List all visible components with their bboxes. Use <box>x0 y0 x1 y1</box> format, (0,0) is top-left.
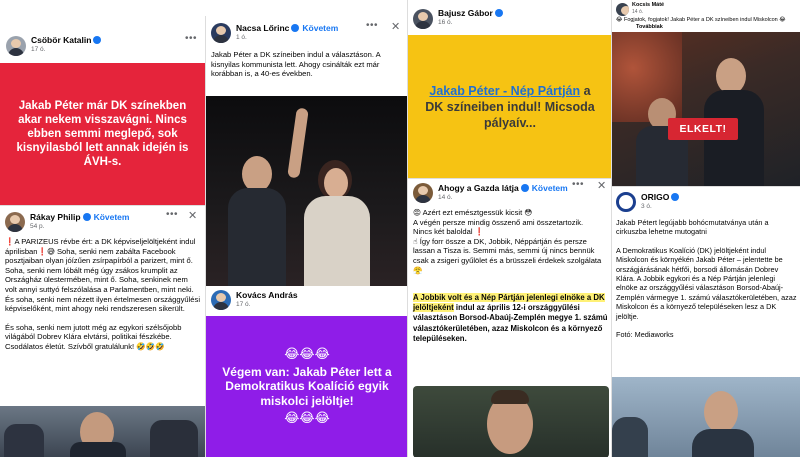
post-photo[interactable] <box>413 386 609 457</box>
man-face <box>716 58 746 94</box>
post-author[interactable]: Kovács András <box>236 290 298 300</box>
avatar[interactable] <box>413 9 433 29</box>
post-body: 😡 Azért ezt emésztgessük kicsit 😳 A végé… <box>413 208 609 275</box>
avatar[interactable] <box>6 36 26 56</box>
post-body: ❗A PARIZEUS révbe ért: a DK képviseljelö… <box>5 237 201 361</box>
follow-button[interactable]: Követem <box>532 183 568 193</box>
sold-stamp: ELKELT! <box>668 118 738 140</box>
person-left <box>612 417 648 457</box>
person-suit <box>70 442 126 457</box>
emoji-row-bottom: 😂😂😂 <box>284 410 330 426</box>
post-line: ☝ Így forr össze a DK, Jobbik, Néppártjá… <box>413 236 602 275</box>
post-body: 😂 Fogjatok, fogjatok! Jakab Péter a DK s… <box>616 17 786 23</box>
person-right <box>150 420 198 457</box>
man-face <box>242 156 272 192</box>
post-photo[interactable] <box>206 96 407 286</box>
card-text: Jakab Péter - Nép Pártján a DK színeiben… <box>425 83 595 130</box>
post-author[interactable]: Csöbör Katalin <box>31 35 102 45</box>
post-body: Jakab Péter a DK színeiben indul a válas… <box>211 50 381 79</box>
photo-credit: Fotó: Mediaworks <box>616 330 674 340</box>
man-jacket <box>228 188 286 286</box>
post-body: Jakab Pétert legújabb bohócmutatványa ut… <box>616 218 798 348</box>
post-nacsa: Nacsa Lőrinc Követem 1 ó. ••• ✕ Jakab Pét… <box>205 16 407 286</box>
post-author[interactable]: Kocsis Máté <box>632 2 664 8</box>
post-photo[interactable] <box>612 377 800 457</box>
person-left <box>4 424 44 457</box>
post-gazda: Ahogy a Gazda látja Követem 14 ó. ••• ✕ 😡… <box>407 178 611 457</box>
close-icon[interactable]: ✕ <box>188 209 197 222</box>
post-time[interactable]: 17 ó. <box>31 46 45 53</box>
more-options-icon[interactable]: ••• <box>185 33 197 44</box>
card-text: Végem van: Jakab Péter lett a Demokratik… <box>222 364 392 408</box>
post-line: A végén persze mindig összenő ami összet… <box>413 217 584 227</box>
avatar[interactable] <box>616 3 629 16</box>
woman-face <box>324 168 348 198</box>
post-paragraph: Jakab Pétert legújabb bohócmutatványa ut… <box>616 218 769 237</box>
post-time[interactable]: 14 ó. <box>438 194 452 201</box>
avatar[interactable] <box>413 183 433 203</box>
post-photo[interactable]: ELKELT! <box>612 32 800 186</box>
man-jacket <box>692 429 754 457</box>
emoji-row-top: 😂😂😂 <box>284 346 330 362</box>
post-author[interactable]: Rákay Philip Követem <box>30 212 129 222</box>
post-time[interactable]: 16 ó. <box>438 19 452 26</box>
post-csobor: Csöbör Katalin 17 ó. ••• Jakab Péter már… <box>0 27 205 205</box>
verified-icon <box>82 213 91 221</box>
post-line: 😡 Azért ezt emésztgessük kicsit 😳 <box>413 208 533 217</box>
origo-logo[interactable] <box>616 192 636 212</box>
raised-arms <box>287 107 309 179</box>
man-hair <box>491 390 529 404</box>
post-line: Nincs két baloldal ❗ <box>413 227 485 237</box>
avatar[interactable] <box>5 212 25 232</box>
text-card: 😂😂😂 Végem van: Jakab Péter lett a Demokr… <box>206 316 407 457</box>
follow-button[interactable]: Követem <box>94 212 130 222</box>
shared-card-text: A Jobbik volt és a Nép Pártján jelenlegi… <box>413 293 608 343</box>
text-card: Jakab Péter - Nép Pártján a DK színeiben… <box>408 35 611 178</box>
post-origo: ORIGO 3 ó. Jakab Pétert legújabb bohócmu… <box>611 186 800 457</box>
post-paragraph: ❗A PARIZEUS révbe ért: a DK képviseljelö… <box>5 237 201 314</box>
post-kocsis: Kocsis Máté 14 ó. 😂 Fogjatok, fogjatok! … <box>611 0 800 186</box>
avatar[interactable] <box>211 290 231 310</box>
close-icon[interactable]: ✕ <box>391 20 400 33</box>
follow-button[interactable]: Követem <box>302 23 338 33</box>
screenshot-collage: Csöbör Katalin 17 ó. ••• Jakab Péter már… <box>0 0 800 457</box>
verified-icon <box>93 36 102 44</box>
post-paragraph: A Demokratikus Koalíció (DK) jelöltjekén… <box>616 245 797 321</box>
more-options-icon[interactable]: ••• <box>572 179 584 190</box>
more-options-icon[interactable]: ••• <box>166 209 178 220</box>
verified-icon <box>520 184 529 192</box>
post-kovacs: Kovács András 17 ó. 😂😂😂 Végem van: Jakab… <box>205 286 407 457</box>
see-more-link[interactable]: Továbbiak <box>636 24 663 30</box>
post-author[interactable]: Nacsa Lőrinc Követem <box>236 23 338 33</box>
verified-icon <box>494 9 503 17</box>
post-paragraph: És soha, senki nem jutott még az egykori… <box>5 322 182 351</box>
more-options-icon[interactable]: ••• <box>366 20 378 31</box>
man-face <box>704 391 738 433</box>
verified-icon <box>671 193 680 201</box>
post-rakay: Rákay Philip Követem 54 p. ••• ✕ ❗A PARIZ… <box>0 205 205 457</box>
post-time[interactable]: 17 ó. <box>236 301 250 308</box>
post-time[interactable]: 3 ó. <box>641 203 652 210</box>
card-text: Jakab Péter már DK színekben akar nekem … <box>16 100 189 168</box>
post-time[interactable]: 14 ó. <box>632 9 643 15</box>
post-author[interactable]: Ahogy a Gazda látja Követem <box>438 183 568 193</box>
avatar[interactable] <box>211 23 231 43</box>
post-photo[interactable] <box>0 406 205 457</box>
woman-blazer <box>304 196 370 286</box>
post-bajusz: Bajusz Gábor 16 ó. Jakab Péter - Nép Pár… <box>407 0 611 178</box>
post-time[interactable]: 1 ó. <box>236 34 247 41</box>
close-icon[interactable]: ✕ <box>597 179 606 192</box>
card-link[interactable]: Jakab Péter - Nép Pártján <box>429 84 580 98</box>
post-author[interactable]: Bajusz Gábor <box>438 8 503 18</box>
verified-icon <box>291 24 300 32</box>
post-author[interactable]: ORIGO <box>641 192 680 202</box>
text-card: Jakab Péter már DK színekben akar nekem … <box>0 63 205 205</box>
post-time[interactable]: 54 p. <box>30 223 44 230</box>
